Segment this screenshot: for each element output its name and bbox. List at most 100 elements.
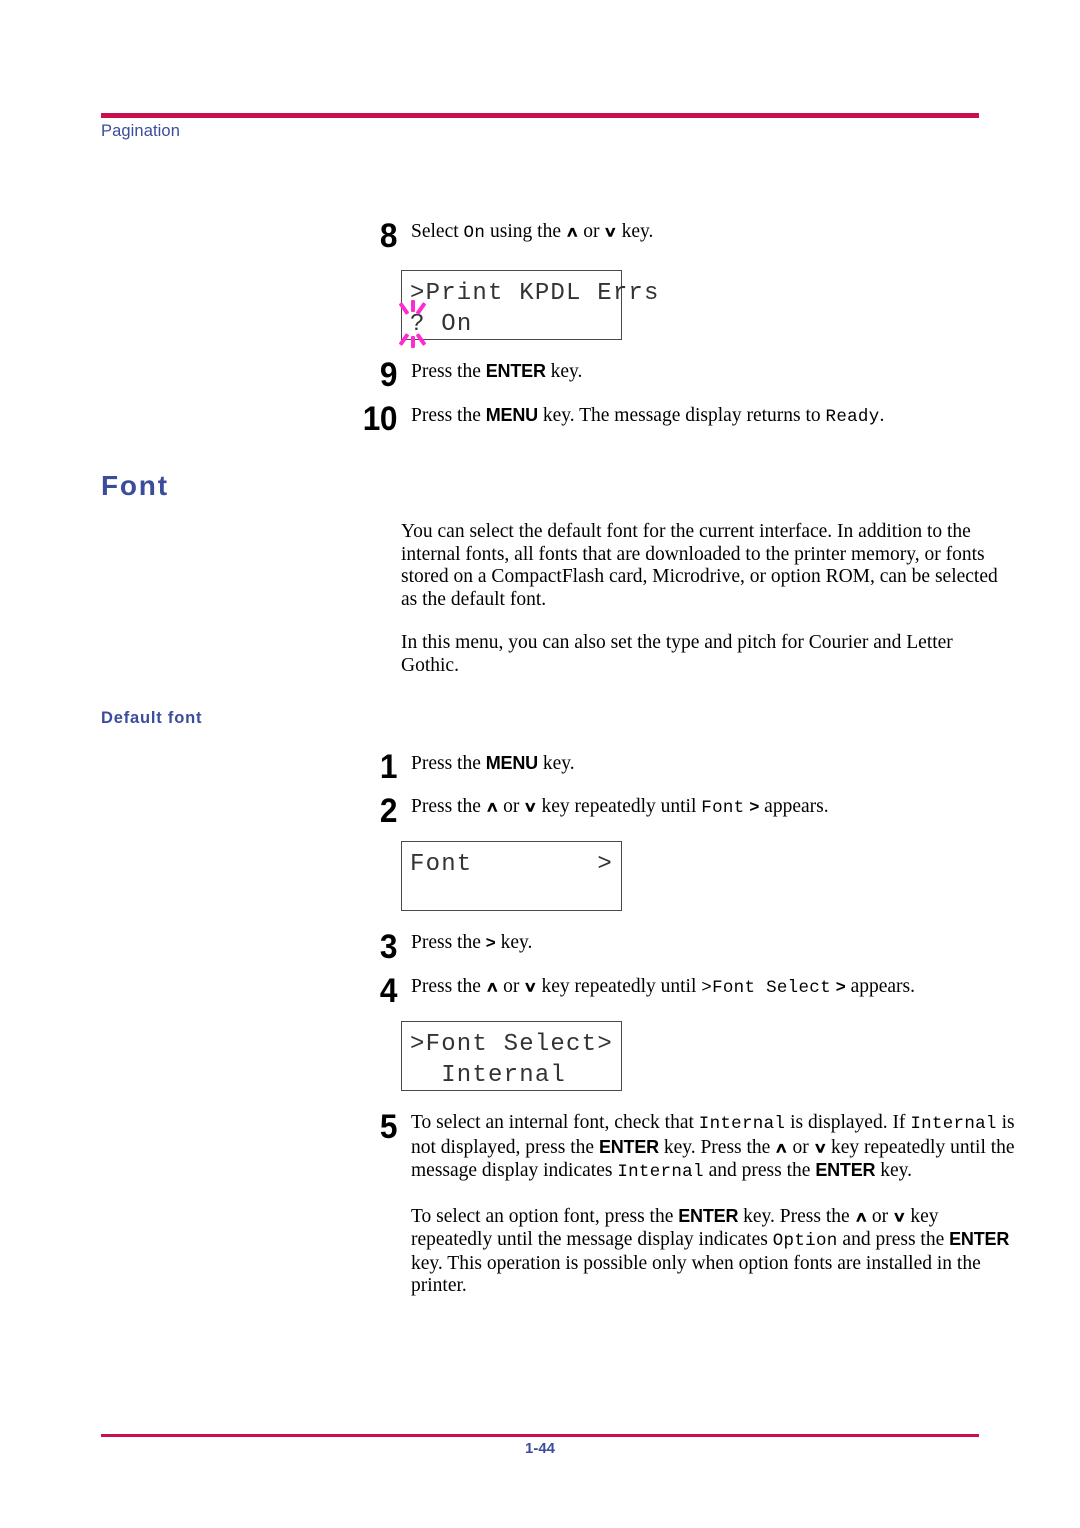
s5p1-f: and press the	[703, 1160, 816, 1181]
step-1-number: 1	[379, 748, 398, 786]
step-2-mid: key repeatedly until	[536, 796, 702, 817]
lcd-display-print-kpdl-errs: >Print KPDL Errs ? On	[398, 270, 658, 348]
greater-than-icon: >	[749, 797, 760, 816]
step-3-prefix: Press the	[411, 932, 486, 953]
step-9: 9 Press the ENTER key.	[345, 356, 995, 394]
step-2-suffix: appears.	[759, 796, 829, 817]
step-1-text: Press the MENU key.	[411, 752, 575, 776]
step-10-mid: key. The message display returns to	[537, 405, 826, 426]
step-10-number: 10	[362, 400, 398, 438]
font-intro-paragraph-1: You can select the default font for the …	[401, 521, 998, 610]
step-4-mid: key repeatedly until	[536, 976, 702, 997]
step-10-prefix: Press the	[411, 405, 486, 426]
font-intro-paragraph-2: In this menu, you can also set the type …	[401, 632, 953, 676]
step-10: 10 Press the MENU key. The message displ…	[345, 400, 1005, 438]
up-arrow-icon: ∧	[774, 1139, 789, 1156]
lcd-kpdl-line2-text: On	[425, 311, 473, 338]
step-2-text: Press the ∧ or ∨ key repeatedly until Fo…	[411, 796, 829, 820]
s5p1-b: is displayed. If	[785, 1112, 911, 1133]
lcd-font-select-line1: >Font Select >	[402, 1029, 621, 1060]
page-number: 1-44	[524, 1440, 556, 1457]
lcd-font-line1-right: >	[597, 851, 613, 878]
step-9-number: 9	[379, 356, 398, 394]
step-8-suffix: key.	[616, 221, 654, 242]
s5p2-e: key. This operation is possible only whe…	[411, 1252, 981, 1297]
step-8-value-on: On	[463, 223, 486, 243]
lcd-font-line1: Font >	[402, 849, 621, 880]
step-8: 8 Select On using the ∧ or ∨ key.	[345, 217, 995, 255]
step-3: 3 Press the > key.	[345, 928, 995, 966]
font-intro-paragraphs: You can select the default font for the …	[401, 521, 1001, 677]
value-option: Option	[772, 1231, 838, 1251]
step-2-or: or	[498, 796, 525, 817]
step-10-suffix: .	[879, 405, 885, 426]
down-arrow-icon: ∨	[523, 978, 538, 995]
key-enter-label: ENTER	[598, 1136, 659, 1157]
step-4-prefix: Press the	[411, 976, 486, 997]
step-2-prefix: Press the	[411, 796, 486, 817]
down-arrow-icon: ∨	[812, 1139, 828, 1156]
step-3-suffix: key.	[495, 932, 533, 953]
greater-than-icon: >	[485, 933, 496, 952]
lcd-font-select-line1-left: >Font Select	[410, 1031, 598, 1058]
lcd-kpdl-line2: ? On	[398, 300, 621, 348]
running-header-section-label: Pagination	[101, 122, 180, 140]
menu-item-font-select: >Font Select	[701, 978, 831, 998]
step-3-number: 3	[379, 928, 398, 966]
step-4-number: 4	[379, 972, 398, 1010]
s5p1-or: or	[787, 1136, 814, 1158]
step-5-paragraph-1: To select an internal font, check that I…	[411, 1112, 1015, 1184]
key-menu-label: MENU	[485, 753, 538, 773]
step-8-number: 8	[379, 217, 398, 255]
lcd-display-font: Font >	[401, 841, 622, 911]
key-enter-label: ENTER	[815, 1160, 876, 1180]
s5p2-a: To select an option font, press the	[411, 1205, 679, 1227]
heading-default-font: Default font	[101, 709, 203, 727]
step-4: 4 Press the ∧ or ∨ key repeatedly until …	[345, 972, 1015, 1010]
step-9-prefix: Press the	[411, 361, 486, 382]
lcd-kpdl-line1-text: >Print KPDL Errs	[410, 280, 660, 307]
lcd-display-font-select: >Font Select > Internal	[401, 1021, 622, 1091]
lcd-font-select-line1-right: >	[597, 1031, 613, 1058]
value-internal: Internal	[910, 1114, 997, 1134]
up-arrow-icon: ∧	[853, 1208, 868, 1225]
step-1-prefix: Press the	[411, 753, 486, 774]
s5p1-d: key. Press the	[658, 1136, 776, 1158]
down-arrow-icon: ∨	[892, 1208, 907, 1225]
step-8-mid: using the	[485, 221, 566, 242]
step-5-number: 5	[379, 1108, 398, 1146]
s5p2-d: and press the	[837, 1229, 950, 1250]
lcd-font-select-line2-text: Internal	[410, 1062, 567, 1089]
step-4-or: or	[498, 976, 525, 997]
step-10-text: Press the MENU key. The message display …	[411, 404, 884, 429]
down-arrow-icon: ∨	[603, 223, 618, 240]
footer-rule	[101, 1434, 979, 1437]
value-internal: Internal	[617, 1162, 704, 1182]
s5p2-b: key. Press the	[738, 1205, 855, 1227]
lcd-kpdl-line1: >Print KPDL Errs	[402, 278, 658, 309]
step-5: 5 To select an internal font, check that…	[345, 1108, 1015, 1298]
menu-item-font: Font	[701, 798, 745, 818]
step-2: 2 Press the ∧ or ∨ key repeatedly until …	[345, 792, 1005, 830]
value-internal: Internal	[698, 1114, 786, 1134]
heading-font: Font	[101, 470, 169, 501]
lcd-font-line1-left: Font	[410, 851, 473, 878]
step-5-paragraph-2: To select an option font, press the ENTE…	[411, 1205, 1015, 1298]
s5p1-g: key.	[875, 1160, 912, 1181]
up-arrow-icon: ∧	[564, 223, 580, 240]
up-arrow-icon: ∧	[484, 978, 500, 995]
step-2-number: 2	[379, 792, 398, 830]
step-5-text: To select an internal font, check that I…	[411, 1112, 1015, 1298]
down-arrow-icon: ∨	[523, 798, 538, 815]
step-8-text: Select On using the ∧ or ∨ key.	[411, 221, 653, 245]
key-menu-label: MENU	[485, 405, 538, 425]
step-9-text: Press the ENTER key.	[411, 360, 582, 384]
key-enter-label: ENTER	[678, 1205, 739, 1226]
up-arrow-icon: ∧	[484, 798, 500, 815]
step-1: 1 Press the MENU key.	[345, 748, 995, 786]
step-3-text: Press the > key.	[411, 932, 532, 955]
step-8-prefix: Select	[411, 221, 464, 242]
step-8-or: or	[578, 221, 605, 242]
step-4-text: Press the ∧ or ∨ key repeatedly until >F…	[411, 976, 915, 1000]
key-enter-label: ENTER	[485, 361, 546, 381]
